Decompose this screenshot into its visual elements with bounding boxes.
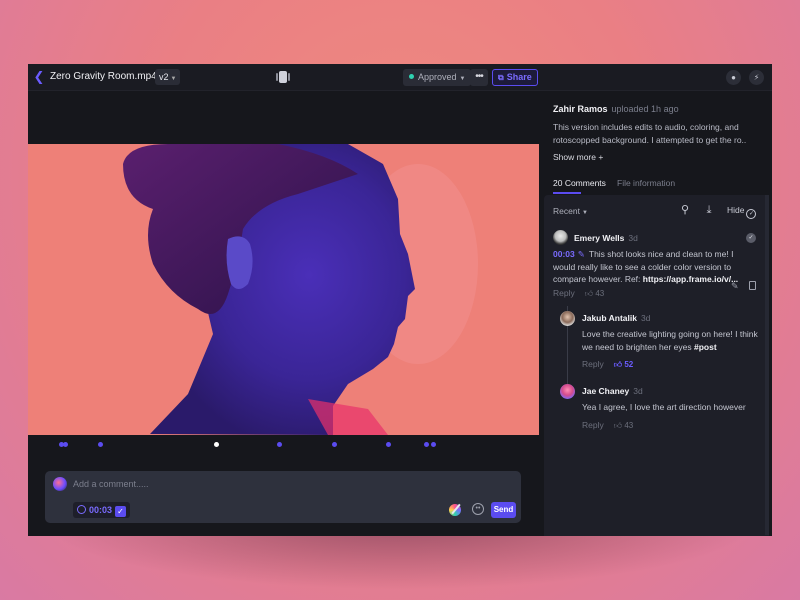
show-more-link[interactable]: Show more +	[553, 152, 603, 162]
avatar	[560, 384, 575, 399]
clock-icon	[77, 505, 86, 514]
uploaded-time: uploaded 1h ago	[611, 104, 679, 114]
comments-panel: Recent ▼ ⚲ ⤓ Hide ✓ Emery Wells 3d ✓ 00:03 ✎…	[544, 195, 769, 536]
share-icon: ⧉	[498, 73, 504, 82]
video-frame[interactable]	[28, 144, 539, 435]
like-button[interactable]: 👍︎ 52	[614, 360, 634, 369]
status-label: Approved	[418, 72, 457, 82]
like-button[interactable]: 👍︎ 43	[585, 289, 605, 298]
delete-icon[interactable]	[749, 281, 756, 290]
comment-time: 3d	[640, 313, 651, 323]
timeline-comment-marker[interactable]	[424, 442, 430, 447]
tab-file-information[interactable]: File information	[617, 178, 675, 188]
comment-composer: 00:03✓ •• Send	[45, 471, 521, 523]
uploader-info: Zahir Ramos uploaded 1h ago	[553, 104, 679, 114]
annotation-icon: ✎	[577, 249, 585, 259]
comment-time: 3d	[633, 386, 643, 396]
status-dot-icon	[409, 74, 414, 79]
comment-link[interactable]: https://app.frame.io/v/...	[643, 274, 738, 284]
video-player: 00:03✓ •• Send	[28, 92, 544, 536]
lightning-icon[interactable]: ⚡	[749, 70, 764, 85]
edit-icon[interactable]: ✎	[731, 281, 739, 292]
reply-button[interactable]: Reply	[553, 288, 575, 298]
status-dropdown[interactable]: Approved ▼	[403, 69, 472, 86]
comment-item: Emery Wells 3d ✓ 00:03 ✎ This shot looks ni…	[544, 195, 769, 305]
current-user-avatar	[53, 477, 67, 491]
reply-item: Jakub Antalik 3d Love the creative lighti…	[544, 305, 769, 375]
comments-scrollbar[interactable]	[765, 195, 769, 535]
video-image	[28, 144, 539, 435]
chevron-down-icon: ▼	[170, 76, 177, 82]
chevron-left-icon[interactable]: ❮	[32, 70, 46, 84]
timecode-toggle[interactable]: 00:03 ✓	[73, 502, 131, 518]
comment-time: 3d	[628, 233, 638, 243]
comments-sidebar: Zahir Ramos uploaded 1h ago This version …	[544, 92, 772, 536]
comment-author: Emery Wells 3d	[574, 233, 638, 243]
avatar	[560, 311, 575, 326]
version-description: This version includes edits to audio, co…	[553, 122, 747, 145]
comment-author: Jae Chaney 3d	[582, 386, 643, 396]
send-button[interactable]: Send	[491, 502, 516, 518]
active-tab-indicator	[553, 192, 581, 194]
comment-actions: Reply 👍︎ 43	[553, 288, 604, 299]
checkbox-checked-icon[interactable]: ✓	[115, 506, 127, 517]
timecode-value: 00:03	[89, 505, 113, 515]
top-bar: ❮ Zero Gravity Room.mp4 v2 ▼ Approved ▼ ••…	[28, 64, 772, 91]
reply-button[interactable]: Reply	[582, 359, 604, 369]
emoji-icon[interactable]: ••	[472, 503, 484, 515]
like-button[interactable]: 👍︎ 43	[614, 421, 634, 430]
comment-timecode[interactable]: 00:03	[553, 249, 575, 259]
share-button[interactable]: ⧉ Share	[492, 69, 538, 86]
timeline-comment-marker[interactable]	[386, 442, 392, 447]
comment-author: Jakub Antalik 3d	[582, 313, 651, 323]
comment-tag[interactable]: #post	[694, 342, 717, 352]
reply-button[interactable]: Reply	[582, 420, 604, 430]
share-label: Share	[506, 72, 532, 82]
timeline-comment-marker[interactable]	[97, 442, 103, 447]
version-label: v2	[159, 72, 169, 82]
reply-item: Jae Chaney 3d Yea I agree, I love the art…	[544, 378, 769, 438]
chevron-down-icon: ▼	[459, 76, 466, 82]
review-app-window: ❮ Zero Gravity Room.mp4 v2 ▼ Approved ▼ ••…	[28, 64, 772, 536]
file-title: Zero Gravity Room.mp4	[50, 71, 157, 82]
uploader-name: Zahir Ramos	[553, 104, 608, 114]
comment-actions: Reply 👍︎ 52	[582, 359, 633, 370]
comment-timeline[interactable]	[28, 435, 544, 457]
user-icon[interactable]: ●	[726, 70, 741, 85]
comment-actions: Reply 👍︎ 43	[582, 420, 633, 431]
resolve-check-icon[interactable]: ✓	[746, 233, 756, 243]
timeline-comment-marker[interactable]	[62, 442, 68, 447]
timeline-comment-marker[interactable]	[332, 442, 337, 447]
timeline-comment-marker[interactable]	[431, 442, 437, 447]
timeline-comment-marker[interactable]	[213, 442, 219, 447]
version-dropdown[interactable]: v2 ▼	[155, 69, 181, 85]
avatar	[553, 230, 568, 245]
timeline-comment-marker[interactable]	[276, 442, 282, 447]
comment-text: Love the creative lighting going on here…	[582, 329, 758, 352]
annotate-brush-icon[interactable]	[449, 504, 461, 516]
comment-text: 00:03 ✎ This shot looks nice and clean to …	[553, 249, 739, 284]
comment-text: Yea I agree, I love the art direction ho…	[582, 402, 746, 412]
compare-versions-icon[interactable]	[276, 71, 290, 83]
tab-comments[interactable]: 20 Comments	[553, 178, 606, 188]
more-options-button[interactable]: •••	[470, 69, 488, 86]
comment-input[interactable]	[73, 476, 493, 492]
